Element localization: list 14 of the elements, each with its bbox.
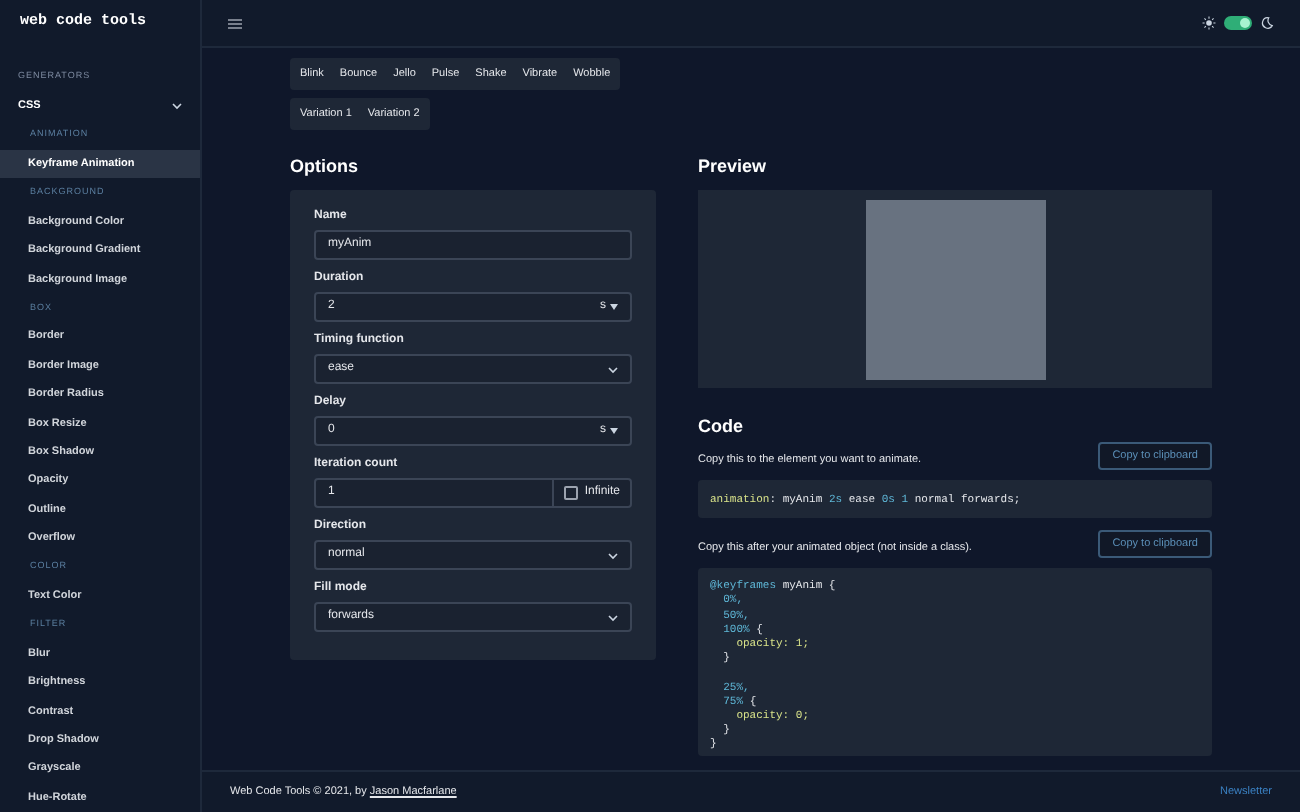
moon-icon[interactable] bbox=[1260, 16, 1274, 30]
chevron-down-icon bbox=[608, 613, 618, 621]
sun-icon[interactable] bbox=[1202, 16, 1216, 30]
preview-heading: Preview bbox=[698, 154, 769, 180]
chevron-down-icon[interactable] bbox=[172, 101, 182, 110]
infinite-checkbox[interactable] bbox=[564, 486, 579, 500]
menu-icon[interactable] bbox=[228, 17, 242, 29]
chevron-down-icon bbox=[608, 365, 618, 373]
stepper-arrow-icon[interactable] bbox=[610, 428, 618, 434]
theme-toggle[interactable] bbox=[1224, 16, 1252, 30]
chevron-down-icon bbox=[608, 551, 618, 559]
stepper-arrow-icon[interactable] bbox=[610, 304, 618, 310]
options-heading: Options bbox=[290, 154, 360, 180]
code-heading: Code bbox=[698, 414, 745, 440]
